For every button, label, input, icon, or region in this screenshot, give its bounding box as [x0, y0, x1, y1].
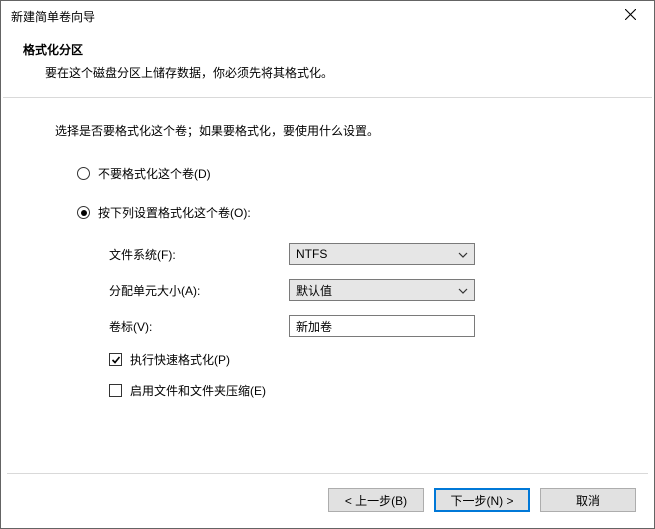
button-row: < 上一步(B) 下一步(N) > 取消: [1, 488, 654, 528]
back-button[interactable]: < 上一步(B): [328, 488, 424, 512]
allocation-unit-value: 默认值: [296, 282, 332, 299]
format-settings: 文件系统(F): NTFS 分配单元大小(A): 默认值: [109, 243, 600, 399]
checkbox-icon: [109, 384, 122, 397]
radio-format-with-settings[interactable]: 按下列设置格式化这个卷(O):: [77, 204, 600, 221]
wizard-dialog: 新建简单卷向导 格式化分区 要在这个磁盘分区上储存数据，你必须先将其格式化。 选…: [0, 0, 655, 529]
filesystem-value: NTFS: [296, 247, 327, 261]
volume-label-input[interactable]: [289, 315, 475, 337]
format-choice-group: 不要格式化这个卷(D) 按下列设置格式化这个卷(O): 文件系统(F): NTF…: [55, 165, 600, 399]
volume-label-label: 卷标(V):: [109, 318, 289, 335]
radio-label: 按下列设置格式化这个卷(O):: [98, 204, 251, 221]
radio-no-format[interactable]: 不要格式化这个卷(D): [77, 165, 600, 182]
content-area: 选择是否要格式化这个卷；如果要格式化，要使用什么设置。 不要格式化这个卷(D) …: [1, 98, 654, 473]
allocation-unit-label: 分配单元大小(A):: [109, 282, 289, 299]
chevron-down-icon: [458, 249, 468, 259]
separator: [7, 473, 648, 474]
radio-icon: [77, 206, 90, 219]
heading-subtitle: 要在这个磁盘分区上储存数据，你必须先将其格式化。: [45, 64, 632, 81]
heading-title: 格式化分区: [23, 41, 632, 58]
volume-label-row: 卷标(V):: [109, 315, 600, 337]
allocation-unit-row: 分配单元大小(A): 默认值: [109, 279, 600, 301]
filesystem-row: 文件系统(F): NTFS: [109, 243, 600, 265]
compression-checkbox-row[interactable]: 启用文件和文件夹压缩(E): [109, 382, 600, 399]
close-icon: [625, 9, 636, 23]
prompt-text: 选择是否要格式化这个卷；如果要格式化，要使用什么设置。: [55, 122, 600, 139]
quick-format-label: 执行快速格式化(P): [130, 351, 230, 368]
filesystem-select[interactable]: NTFS: [289, 243, 475, 265]
checkbox-icon: [109, 353, 122, 366]
radio-icon: [77, 167, 90, 180]
allocation-unit-select[interactable]: 默认值: [289, 279, 475, 301]
next-button[interactable]: 下一步(N) >: [434, 488, 530, 512]
compression-label: 启用文件和文件夹压缩(E): [130, 382, 266, 399]
cancel-button[interactable]: 取消: [540, 488, 636, 512]
chevron-down-icon: [458, 285, 468, 295]
window-title: 新建简单卷向导: [11, 8, 95, 25]
titlebar: 新建简单卷向导: [1, 1, 654, 31]
heading: 格式化分区 要在这个磁盘分区上储存数据，你必须先将其格式化。: [1, 31, 654, 81]
filesystem-label: 文件系统(F):: [109, 246, 289, 263]
radio-label: 不要格式化这个卷(D): [98, 165, 211, 182]
quick-format-checkbox-row[interactable]: 执行快速格式化(P): [109, 351, 600, 368]
close-button[interactable]: [610, 2, 650, 30]
